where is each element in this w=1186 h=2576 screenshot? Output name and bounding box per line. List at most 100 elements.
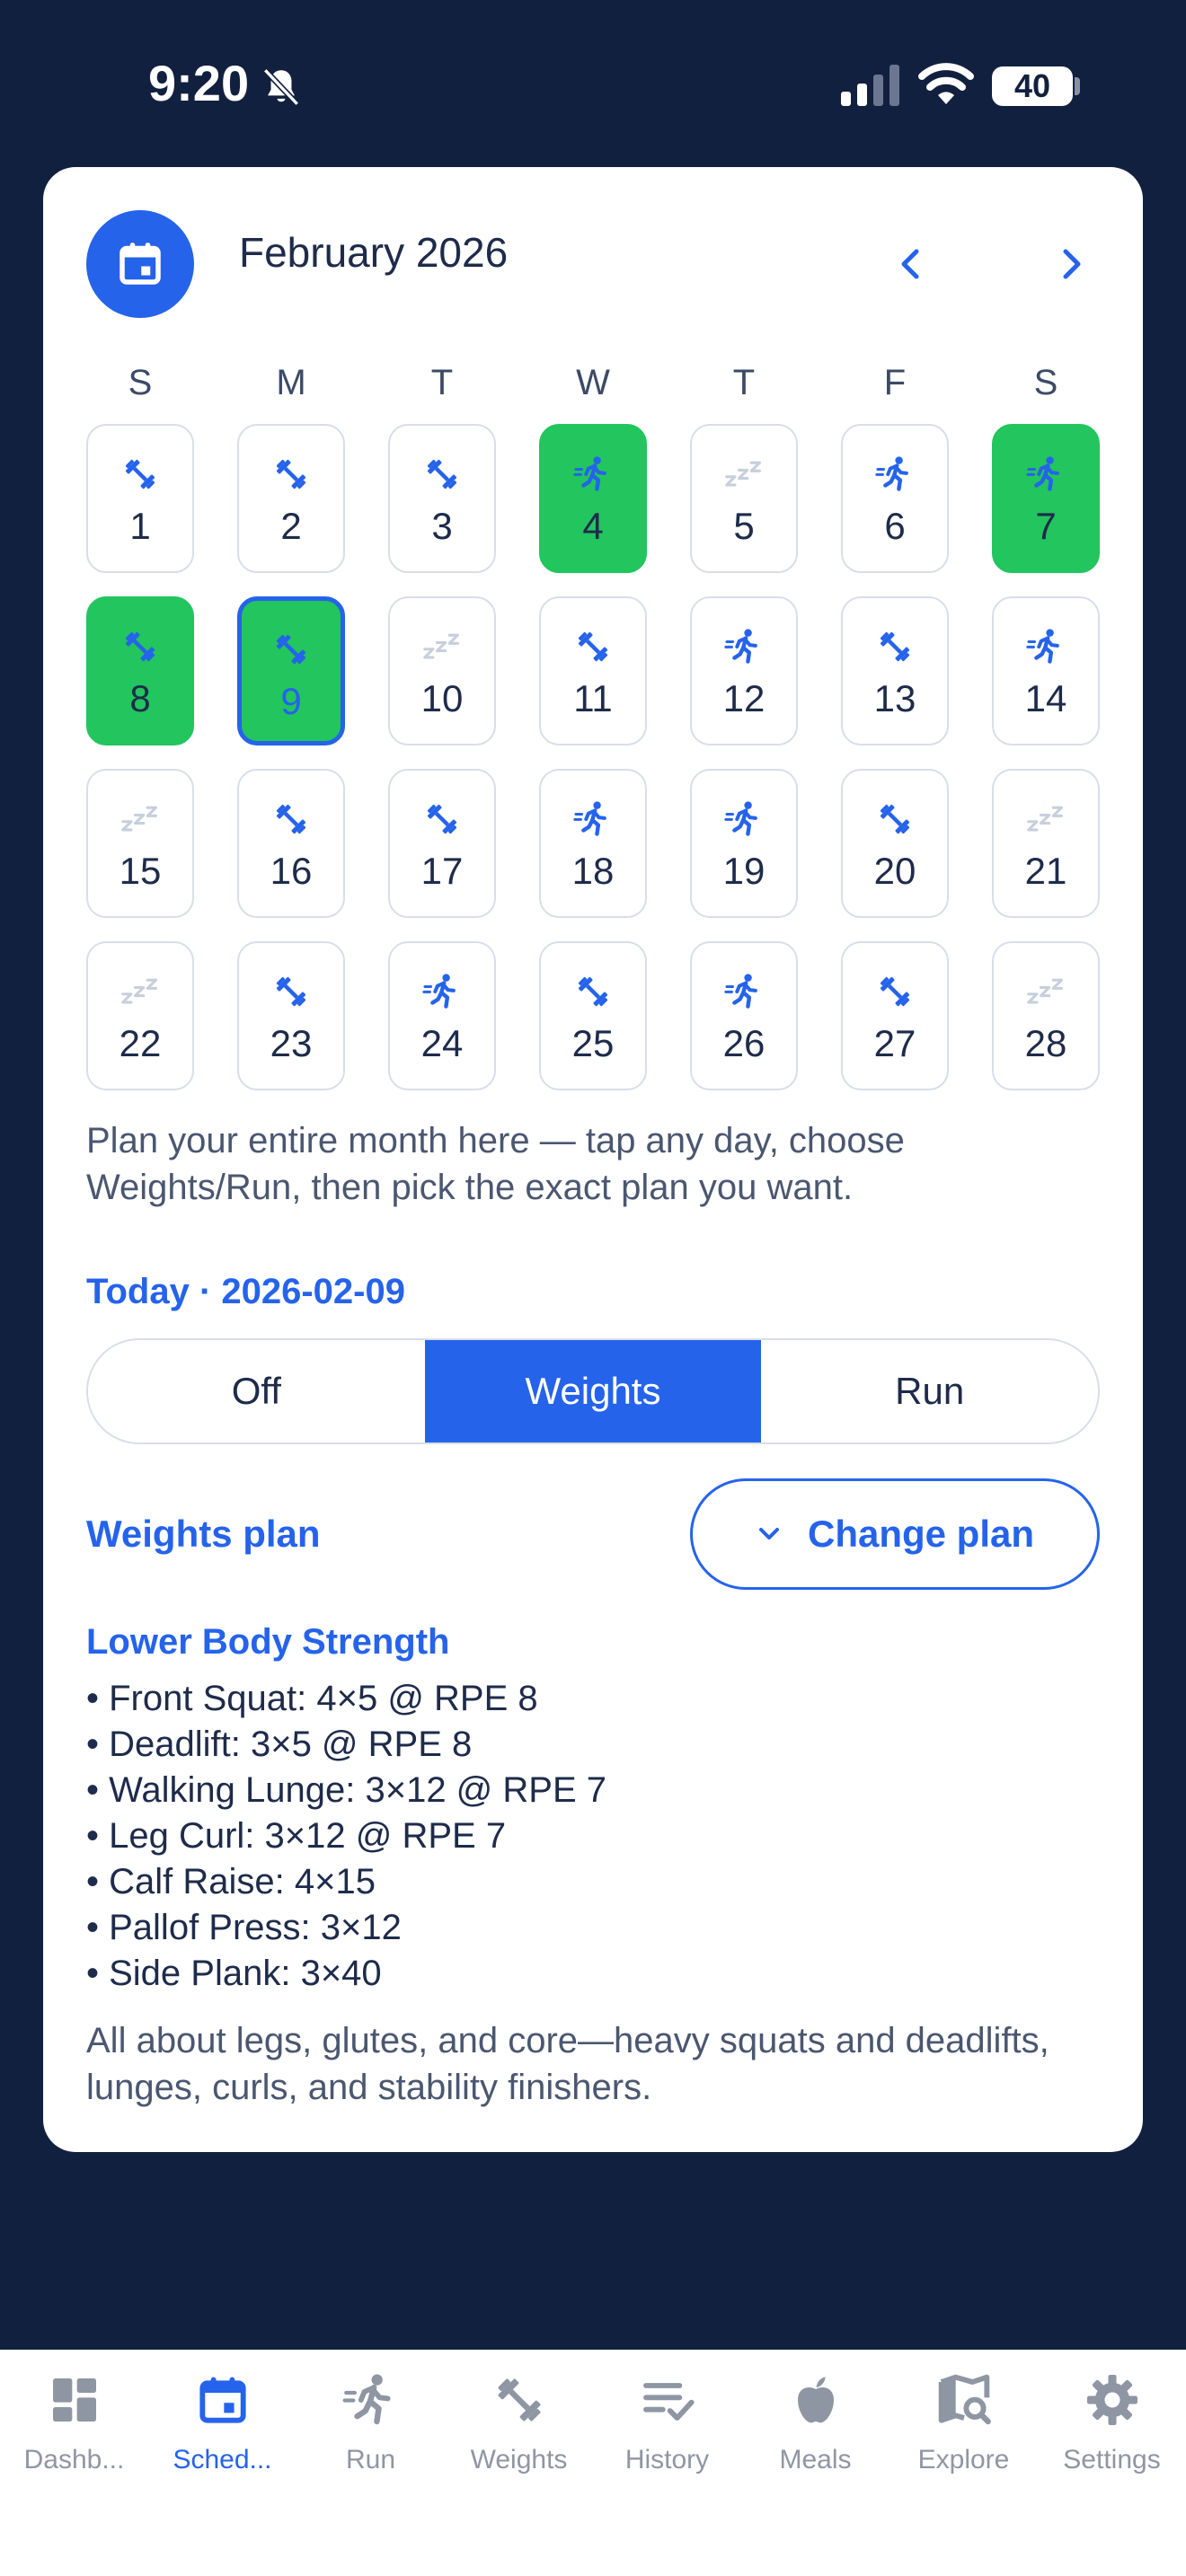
- day-number: 15: [119, 850, 162, 892]
- calendar-day-28[interactable]: 28: [992, 941, 1100, 1090]
- calendar-day-17[interactable]: 17: [388, 769, 496, 918]
- tab-dashboard[interactable]: Dashb...: [0, 2371, 148, 2497]
- segment-run[interactable]: Run: [761, 1340, 1098, 1442]
- dumbbell-icon: [119, 625, 162, 668]
- day-number: 18: [571, 850, 615, 892]
- tab-label: Weights: [470, 2445, 568, 2475]
- schedule-card: February 2026 SMTWTFS 1 2 3 4 5 6 7 8 9 …: [43, 167, 1143, 2152]
- run-icon: [722, 798, 766, 841]
- tab-label: Run: [345, 2445, 396, 2475]
- status-bar: 9:20 40: [0, 0, 1186, 171]
- calendar-day-4[interactable]: 4: [539, 424, 647, 573]
- gear-icon: [1084, 2371, 1141, 2429]
- day-number: 28: [1024, 1022, 1067, 1064]
- tab-label: Meals: [779, 2445, 852, 2475]
- exercise-item: • Pallof Press: 3×12: [86, 1908, 402, 1947]
- battery-indicator: 40: [992, 66, 1073, 106]
- calendar-day-10[interactable]: 10: [388, 596, 496, 745]
- calendar-day-13[interactable]: 13: [841, 596, 949, 745]
- tab-schedule[interactable]: Sched...: [148, 2371, 296, 2497]
- sleep-icon: [1024, 798, 1067, 841]
- chevron-down-icon: [758, 1528, 779, 1539]
- calendar-day-16[interactable]: 16: [237, 769, 345, 918]
- dumbbell-icon: [571, 625, 615, 668]
- calendar-day-6[interactable]: 6: [841, 424, 949, 573]
- sleep-icon: [119, 798, 162, 841]
- calendar-day-1[interactable]: 1: [86, 424, 194, 573]
- exercise-list: • Front Squat: 4×5 @ RPE 8 • Deadlift: 3…: [86, 1676, 1100, 1997]
- bell-muted-icon: [262, 67, 300, 107]
- day-number: 12: [722, 677, 766, 719]
- calendar-day-14[interactable]: 14: [992, 596, 1100, 745]
- day-number: 8: [129, 677, 151, 719]
- tab-label: Dashb...: [23, 2445, 125, 2475]
- calendar-day-15[interactable]: 15: [86, 769, 194, 918]
- segment-weights[interactable]: Weights: [424, 1340, 762, 1442]
- run-icon: [873, 453, 916, 496]
- run-icon: [722, 970, 766, 1013]
- tab-settings[interactable]: Settings: [1038, 2371, 1186, 2497]
- calendar-day-24[interactable]: 24: [388, 941, 496, 1090]
- calendar-day-23[interactable]: 23: [237, 941, 345, 1090]
- calendar-day-2[interactable]: 2: [237, 424, 345, 573]
- dumbbell-icon: [873, 970, 916, 1013]
- day-number: 13: [873, 677, 916, 719]
- calendar-day-3[interactable]: 3: [388, 424, 496, 573]
- day-number: 6: [884, 505, 906, 547]
- day-number: 9: [280, 680, 302, 722]
- exercise-item: • Deadlift: 3×5 @ RPE 8: [86, 1725, 473, 1764]
- month-title: February 2026: [239, 229, 509, 276]
- sleep-icon: [119, 970, 162, 1013]
- weekday-label: T: [732, 363, 756, 402]
- run-icon: [342, 2371, 400, 2429]
- tab-label: Explore: [917, 2445, 1010, 2475]
- segment-off[interactable]: Off: [88, 1340, 425, 1442]
- day-type-segmented-control: Off Weights Run: [86, 1338, 1100, 1444]
- tab-label: Sched...: [173, 2445, 272, 2475]
- weekday-header-row: SMTWTFS: [86, 363, 1100, 417]
- calendar-day-7[interactable]: 7: [992, 424, 1100, 573]
- calendar-header: February 2026: [43, 167, 1143, 347]
- tab-history[interactable]: History: [593, 2371, 741, 2497]
- run-icon: [722, 625, 766, 668]
- change-plan-button[interactable]: Change plan: [690, 1478, 1100, 1590]
- tab-explore[interactable]: Explore: [890, 2371, 1038, 2497]
- calendar-day-11[interactable]: 11: [539, 596, 647, 745]
- previous-month-button[interactable]: [888, 237, 933, 291]
- exercise-item: • Side Plank: 3×40: [86, 1954, 382, 1993]
- calendar-day-18[interactable]: 18: [539, 769, 647, 918]
- day-number: 11: [573, 677, 613, 719]
- next-month-button[interactable]: [1049, 237, 1094, 291]
- tab-label: Settings: [1063, 2445, 1161, 2475]
- calendar-day-25[interactable]: 25: [539, 941, 647, 1090]
- tab-weights[interactable]: Weights: [445, 2371, 593, 2497]
- dumbbell-icon: [873, 798, 916, 841]
- day-number: 17: [420, 850, 464, 892]
- bottom-tab-bar: Dashb... Sched... Run Weights History Me…: [0, 2350, 1186, 2576]
- calendar-day-8[interactable]: 8: [86, 596, 194, 745]
- calendar-day-27[interactable]: 27: [841, 941, 949, 1090]
- calendar-day-12[interactable]: 12: [690, 596, 798, 745]
- calendar-day-5[interactable]: 5: [690, 424, 798, 573]
- day-number: 16: [270, 850, 313, 892]
- change-plan-label: Change plan: [807, 1513, 1035, 1555]
- sleep-icon: [1024, 970, 1067, 1013]
- plan-section-label: Weights plan: [86, 1513, 321, 1555]
- dumbbell-icon: [270, 798, 313, 841]
- calendar-day-26[interactable]: 26: [690, 941, 798, 1090]
- calendar-grid: 1 2 3 4 5 6 7 8 9 10 11 12 13 14 15 16 1…: [86, 424, 1100, 1107]
- day-number: 4: [582, 505, 604, 547]
- calendar-day-22[interactable]: 22: [86, 941, 194, 1090]
- day-number: 1: [129, 505, 151, 547]
- calendar-day-20[interactable]: 20: [841, 769, 949, 918]
- tab-run[interactable]: Run: [296, 2371, 445, 2497]
- calendar-day-19[interactable]: 19: [690, 769, 798, 918]
- day-number: 10: [420, 677, 464, 719]
- dumbbell-icon: [873, 625, 916, 668]
- calendar-day-21[interactable]: 21: [992, 769, 1100, 918]
- sleep-icon: [722, 453, 766, 496]
- dumbbell-icon: [420, 453, 464, 496]
- calendar-day-9[interactable]: 9: [237, 596, 345, 745]
- tab-meals[interactable]: Meals: [741, 2371, 890, 2497]
- status-time: 9:20: [148, 55, 250, 111]
